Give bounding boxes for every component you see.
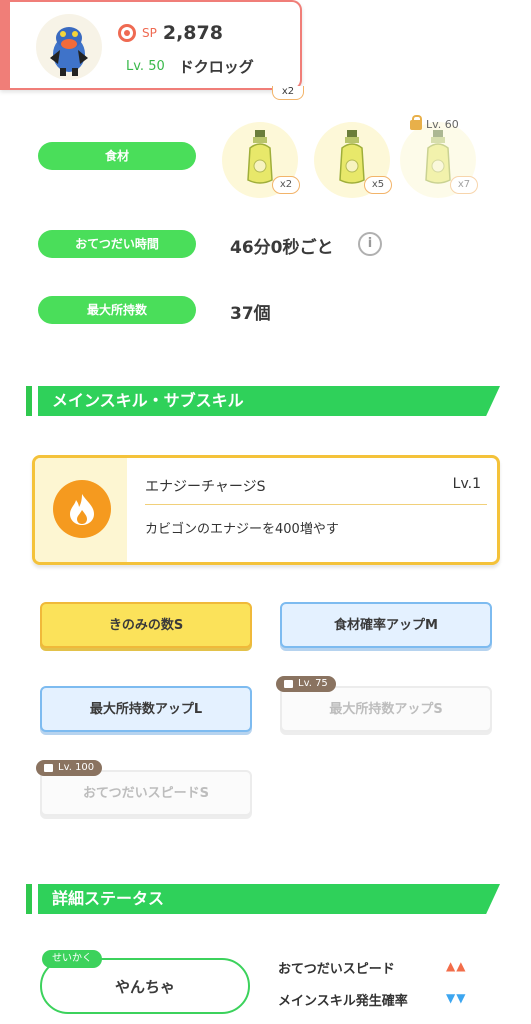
skills-section-header: メインスキル・サブスキル bbox=[26, 386, 500, 416]
divider bbox=[145, 504, 487, 505]
sub-skill-button-locked[interactable]: 最大所持数アップS bbox=[280, 686, 492, 732]
pokemon-avatar bbox=[36, 14, 102, 80]
sp-value: 2,878 bbox=[162, 22, 223, 44]
unlock-level: Lv. 100 bbox=[58, 762, 95, 773]
sp-label: SP bbox=[142, 26, 157, 40]
details-section-title: 詳細ステータス bbox=[52, 889, 165, 908]
help-time-label: おてつだい時間 bbox=[38, 230, 196, 258]
ingredient-unlock-badge: Lv. 60 bbox=[410, 114, 459, 131]
lock-icon bbox=[410, 114, 422, 130]
skills-section-title: メインスキル・サブスキル bbox=[52, 391, 244, 410]
ingredient-count: x2 bbox=[272, 176, 300, 194]
sub-skill-unlock-tag: Lv. 100 bbox=[36, 760, 103, 776]
up-arrows-icon: ▲▲ bbox=[446, 959, 467, 973]
help-time-value: 46分0秒ごと bbox=[230, 238, 334, 258]
ingredient-count: x5 bbox=[364, 176, 392, 194]
flame-icon bbox=[53, 480, 111, 538]
lock-icon bbox=[44, 764, 53, 772]
sub-skill-unlock-tag: Lv. 75 bbox=[276, 676, 336, 692]
sub-skill-button[interactable]: 食材確率アップM bbox=[280, 602, 492, 648]
pokemon-name: ドクロッグ bbox=[178, 58, 254, 76]
info-icon[interactable]: i bbox=[358, 232, 382, 256]
sub-skill-button[interactable]: きのみの数S bbox=[40, 602, 252, 648]
ingredient-item-locked[interactable]: x7 bbox=[400, 122, 478, 198]
details-section-header: 詳細ステータス bbox=[26, 884, 500, 914]
pokeball-icon bbox=[118, 24, 136, 42]
nature-effect-down-label: メインスキル発生確率 bbox=[278, 994, 408, 1009]
down-arrows-icon: ▼▼ bbox=[446, 991, 467, 1005]
peek-count-badge: x2 bbox=[272, 86, 304, 100]
oil-bottle-icon bbox=[247, 130, 273, 184]
sub-skill-button[interactable]: 最大所持数アップL bbox=[40, 686, 252, 732]
nature-effect-up-label: おてつだいスピード bbox=[278, 962, 395, 977]
main-skill-card[interactable]: エナジーチャージS Lv.1 カビゴンのエナジーを400増やす bbox=[32, 455, 500, 565]
max-carry-value: 37個 bbox=[230, 304, 271, 324]
ingredients-label: 食材 bbox=[38, 142, 196, 170]
sub-skill-button-locked[interactable]: おてつだいスピードS bbox=[40, 770, 252, 816]
main-skill-name: エナジーチャージS bbox=[145, 479, 266, 495]
ingredient-item[interactable]: x5 bbox=[314, 122, 392, 198]
main-skill-description: カビゴンのエナジーを400増やす bbox=[145, 522, 339, 537]
ingredient-count: x7 bbox=[450, 176, 478, 194]
lock-icon bbox=[284, 680, 293, 688]
unlock-level: Lv. 60 bbox=[426, 118, 459, 131]
max-carry-label: 最大所持数 bbox=[38, 296, 196, 324]
nature-tag: せいかく bbox=[42, 950, 102, 968]
pokemon-header-card[interactable]: SP 2,878 Lv. 50 ドクロッグ bbox=[0, 0, 302, 90]
oil-bottle-icon bbox=[425, 130, 451, 184]
level-text: Lv. 50 bbox=[126, 59, 165, 74]
main-skill-level: Lv.1 bbox=[452, 476, 481, 492]
ingredient-item[interactable]: x2 bbox=[222, 122, 300, 198]
oil-bottle-icon bbox=[339, 130, 365, 184]
unlock-level: Lv. 75 bbox=[298, 678, 328, 689]
